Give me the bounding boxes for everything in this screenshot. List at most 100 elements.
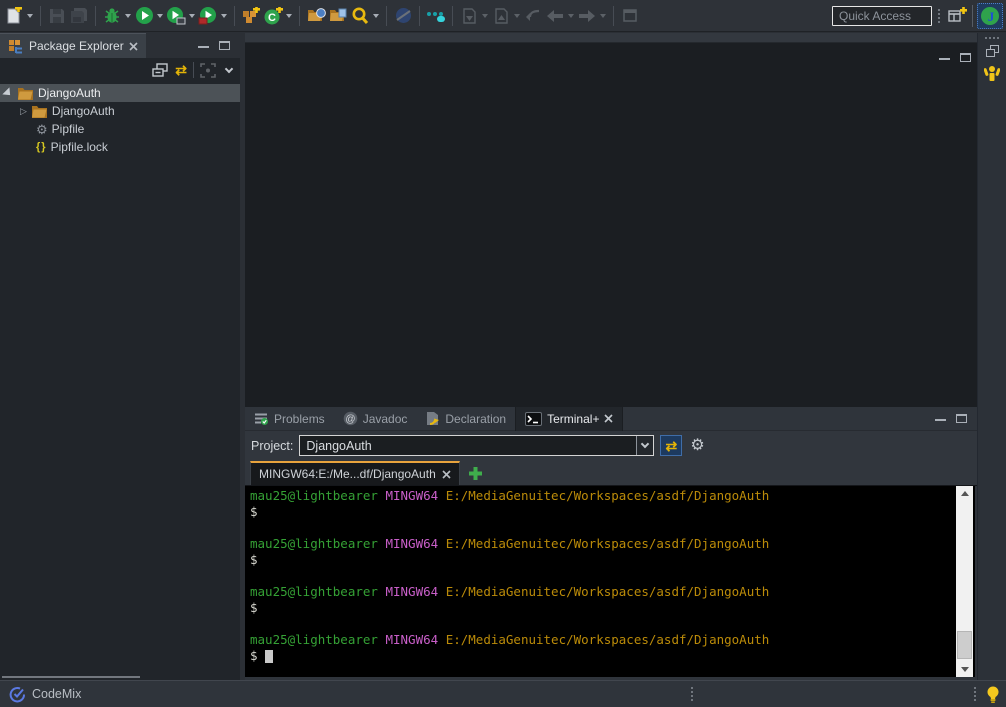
terminal-prompt-block: mau25@lightbearer MINGW64 E:/MediaGenuit… — [250, 584, 975, 616]
codemix-status-item[interactable]: CodeMix — [0, 686, 81, 703]
combo-dropdown-button[interactable] — [636, 436, 653, 455]
codemix-check-icon — [9, 686, 26, 703]
run-button[interactable] — [133, 3, 155, 29]
tab-package-explorer[interactable]: Package Explorer — [0, 33, 146, 58]
minimize-view-icon[interactable] — [935, 416, 946, 421]
collapse-arrow-icon[interactable]: ▷ — [20, 107, 27, 116]
new-class-icon: C — [264, 7, 283, 25]
eclipse-ide-window: C — [0, 0, 1006, 707]
search-button[interactable] — [349, 3, 371, 29]
tree-row-pipfile[interactable]: ⚙ Pipfile — [0, 120, 240, 138]
tab-javadoc-label: Javadoc — [363, 412, 408, 426]
back-menu-caret — [568, 14, 574, 18]
project-tree: DjangoAuth ▷ DjangoAuth ⚙ Pipfile {} Pip… — [0, 82, 240, 156]
terminal-session-tab-label: MINGW64:E:/Me...df/DjangoAuth — [259, 467, 436, 481]
tab-problems[interactable]: Problems — [245, 407, 334, 431]
next-annotation-button — [458, 3, 480, 29]
tree-row-pipfile-lock[interactable]: {} Pipfile.lock — [0, 138, 240, 156]
tab-terminal-plus[interactable]: Terminal+ — [515, 407, 623, 431]
previous-annotation-icon — [494, 8, 509, 24]
strip-drag-handle — [985, 37, 999, 39]
save-all-button — [68, 3, 90, 29]
maximize-view-icon[interactable] — [956, 414, 967, 423]
scroll-down-icon[interactable] — [956, 662, 973, 677]
sync-project-toggle[interactable]: ⇄ — [660, 435, 682, 456]
problems-icon — [254, 412, 269, 425]
sync-arrows-icon: ⇄ — [666, 439, 678, 453]
view-menu-icon[interactable] — [225, 64, 233, 72]
prompt-path: E:/MediaGenuitec/Workspaces/asdf/DjangoA… — [446, 632, 770, 647]
tree-row-djangoauth[interactable]: DjangoAuth — [0, 84, 240, 102]
quick-access-input[interactable] — [832, 6, 932, 26]
tab-declaration[interactable]: Declaration — [416, 407, 515, 431]
next-annotation-caret — [482, 14, 488, 18]
coverage-button[interactable] — [165, 3, 187, 29]
bottom-view-panel: Problems @ Javadoc Declaration Terminal+ — [245, 407, 977, 680]
new-terminal-button[interactable] — [468, 466, 483, 481]
maximize-editor-icon[interactable] — [960, 53, 971, 62]
terminal-scrollbar[interactable] — [956, 486, 973, 677]
search-menu-caret[interactable] — [373, 14, 379, 18]
project-combo[interactable]: DjangoAuth — [299, 435, 654, 456]
tab-problems-label: Problems — [274, 412, 325, 426]
new-wizard-button[interactable] — [3, 3, 25, 29]
profile-menu-caret[interactable] — [221, 14, 227, 18]
minimize-view-icon[interactable] — [198, 43, 209, 48]
svg-text:J: J — [988, 9, 995, 24]
terminal-output[interactable]: mau25@lightbearer MINGW64 E:/MediaGenuit… — [245, 486, 975, 677]
maximize-view-icon[interactable] — [219, 41, 230, 50]
search-icon — [351, 7, 369, 25]
prompt-host: MINGW64 — [385, 584, 438, 599]
next-annotation-icon — [462, 8, 477, 24]
close-icon[interactable] — [129, 42, 138, 51]
prompt-symbol: $ — [250, 600, 975, 616]
restore-view-icon[interactable] — [986, 45, 999, 57]
collapse-all-button[interactable] — [152, 63, 169, 78]
open-folder-icon — [17, 86, 34, 100]
forward-menu-caret — [600, 14, 606, 18]
scrollbar-thumb[interactable] — [957, 631, 972, 659]
devstyle-person-icon[interactable] — [984, 65, 1000, 84]
tab-javadoc[interactable]: @ Javadoc — [334, 407, 417, 431]
forward-button — [576, 3, 598, 29]
coverage-menu-caret[interactable] — [189, 14, 195, 18]
terminal-settings-button[interactable]: ⚙ — [690, 438, 704, 454]
link-with-editor-button[interactable]: ⇄ — [175, 63, 187, 78]
toolbar-drag-handle — [938, 9, 940, 23]
horizontal-scrollbar[interactable] — [2, 676, 140, 678]
terminal-icon — [525, 412, 542, 426]
tree-row-djangoauth-sub[interactable]: ▷ DjangoAuth — [0, 102, 240, 120]
editor-area — [245, 33, 977, 407]
new-java-project-button[interactable] — [240, 3, 262, 29]
close-icon[interactable] — [604, 414, 613, 423]
prompt-host: MINGW64 — [385, 632, 438, 647]
scroll-up-icon[interactable] — [956, 486, 973, 501]
terminal-cursor — [265, 650, 273, 663]
minimize-editor-icon[interactable] — [939, 55, 950, 60]
collapse-all-icon — [152, 63, 169, 78]
codemix-label: CodeMix — [32, 687, 81, 701]
close-icon[interactable] — [442, 470, 451, 479]
open-type-button[interactable] — [305, 3, 327, 29]
statusbar-drag-handle — [974, 687, 976, 701]
expand-arrow-icon[interactable] — [2, 87, 13, 98]
web-browser-button[interactable] — [392, 3, 414, 29]
tree-item-label: DjangoAuth — [38, 86, 101, 100]
run-menu-caret[interactable] — [157, 14, 163, 18]
previous-annotation-button — [490, 3, 512, 29]
new-wizard-menu-caret[interactable] — [27, 14, 33, 18]
debug-menu-caret[interactable] — [125, 14, 131, 18]
new-class-button[interactable]: C — [262, 3, 284, 29]
profile-icon — [198, 6, 218, 25]
profile-button[interactable] — [197, 3, 219, 29]
lightbulb-icon[interactable] — [986, 686, 1000, 704]
open-resource-button[interactable] — [327, 3, 349, 29]
open-perspective-button[interactable] — [946, 3, 968, 29]
debug-button[interactable] — [101, 3, 123, 29]
terminal-launch-button[interactable] — [425, 3, 447, 29]
new-class-menu-caret[interactable] — [286, 14, 292, 18]
terminal-session-tab[interactable]: MINGW64:E:/Me...df/DjangoAuth — [250, 461, 460, 485]
tab-declaration-label: Declaration — [445, 412, 506, 426]
java-perspective-button[interactable]: J — [977, 3, 1003, 29]
package-explorer-view: Package Explorer ⇄ — [0, 33, 240, 680]
